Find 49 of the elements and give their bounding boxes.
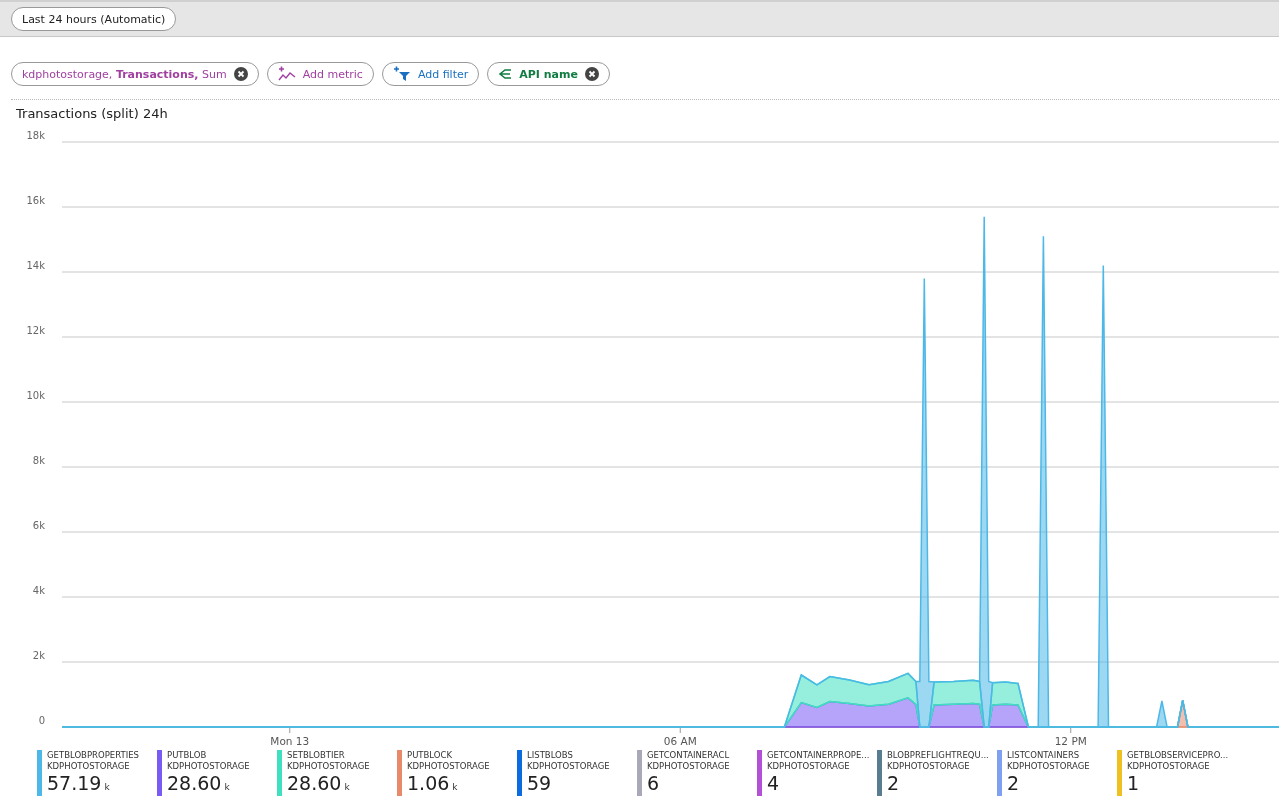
legend-value: 6 — [647, 772, 660, 794]
legend-series-name: PUTBLOB — [167, 750, 208, 761]
legend-series-name: GETCONTAINERPROPE... — [767, 750, 870, 761]
legend-unit: k — [452, 782, 458, 793]
legend-value: 2 — [1007, 772, 1020, 794]
legend-series-name: SETBLOBTIER — [287, 750, 346, 761]
y-axis-label: 0 — [38, 715, 45, 726]
legend-value: 2 — [887, 772, 900, 794]
legend-value: 1.06 — [407, 772, 450, 794]
y-axis-label: 12k — [26, 325, 45, 336]
x-axis-label: Mon 13 — [270, 735, 310, 747]
legend-value: 59 — [527, 772, 552, 794]
legend-series-name: GETBLOBPROPERTIES — [47, 750, 139, 761]
legend-unit: k — [344, 782, 350, 793]
y-axis-label: 16k — [26, 195, 45, 206]
y-axis-label: 2k — [32, 650, 45, 661]
y-axis-label: 6k — [32, 520, 45, 531]
legend-value: 1 — [1127, 772, 1140, 794]
chart-title: Transactions (split) 24h — [15, 105, 169, 122]
y-axis-label: 14k — [26, 260, 45, 271]
legend-resource-name: KDPHOTOSTORAGE — [527, 761, 610, 772]
legend-value: 28.60 — [287, 772, 342, 794]
legend-unit: k — [224, 782, 230, 793]
split-label: API name — [519, 67, 578, 81]
legend-series-name: LISTBLOBS — [527, 750, 574, 761]
y-axis-label: 4k — [32, 585, 45, 596]
legend-resource-name: KDPHOTOSTORAGE — [407, 761, 490, 772]
legend-resource-name: KDPHOTOSTORAGE — [1127, 761, 1211, 772]
legend-series-name: BLOBPREFLIGHTREQU... — [887, 750, 989, 761]
legend-value: 57.19 — [47, 772, 102, 794]
x-axis-label: 12 PM — [1054, 735, 1087, 747]
legend-series-name: GETCONTAINERACL — [647, 750, 730, 761]
legend-value: 28.60 — [167, 772, 222, 794]
legend-unit: k — [104, 782, 110, 793]
y-axis-label: 10k — [26, 390, 45, 401]
legend-resource-name: KDPHOTOSTORAGE — [767, 761, 851, 772]
legend-resource-name: KDPHOTOSTORAGE — [887, 761, 971, 772]
legend-value: 4 — [767, 772, 780, 794]
legend-resource-name: KDPHOTOSTORAGE — [1007, 761, 1090, 772]
y-axis-label: 18k — [26, 130, 45, 141]
legend-series-name: GETBLOBSERVICEPRO... — [1127, 750, 1229, 761]
x-axis-label: 06 AM — [663, 735, 697, 747]
legend-resource-name: KDPHOTOSTORAGE — [167, 761, 250, 772]
legend-series-name: LISTCONTAINERS — [1007, 750, 1081, 761]
legend-resource-name: KDPHOTOSTORAGE — [647, 761, 730, 772]
legend-resource-name: KDPHOTOSTORAGE — [47, 761, 131, 772]
legend-resource-name: KDPHOTOSTORAGE — [287, 761, 370, 772]
legend-series-name: PUTBLOCK — [407, 750, 453, 761]
y-axis-label: 8k — [32, 455, 45, 466]
